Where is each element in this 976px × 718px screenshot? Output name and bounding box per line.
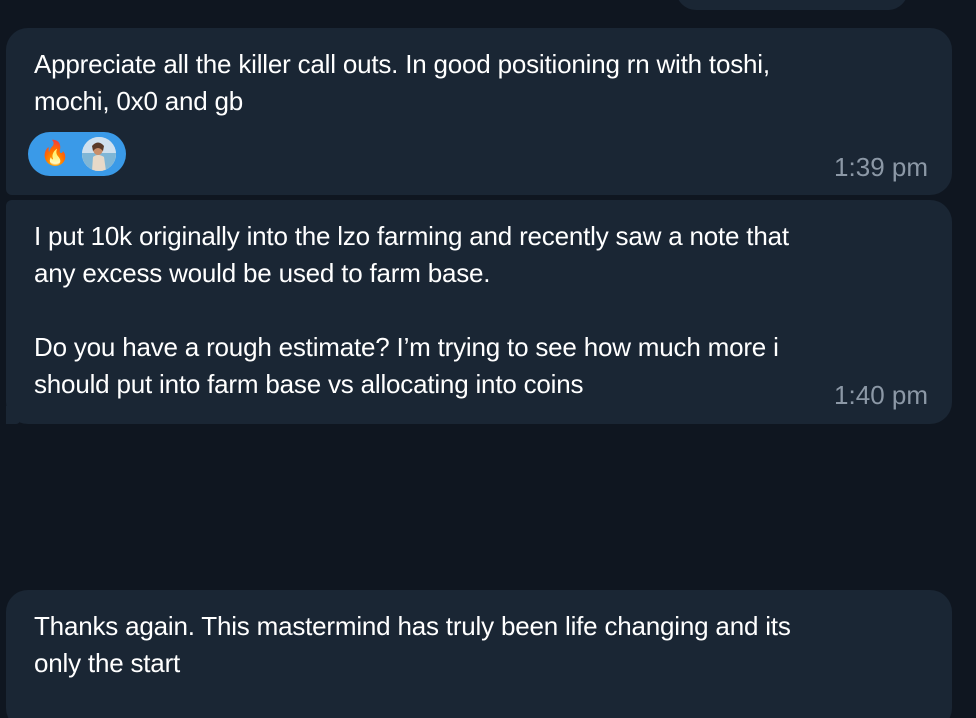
reaction-pill[interactable]: 🔥 xyxy=(28,132,126,176)
message-bubble[interactable]: Thanks again. This mastermind has truly … xyxy=(6,590,952,718)
message-bubble[interactable]: Appreciate all the killer call outs. In … xyxy=(6,28,952,195)
message-timestamp: 1:39 pm xyxy=(834,152,928,182)
message-bubble[interactable]: I put 10k originally into the lzo farmin… xyxy=(6,200,952,424)
avatar-photo-icon xyxy=(82,137,116,171)
bubble-tail xyxy=(6,406,20,424)
message-text: I put 10k originally into the lzo farmin… xyxy=(34,221,789,399)
fire-emoji-icon: 🔥 xyxy=(40,140,70,167)
message-timestamp: 1:40 pm xyxy=(834,380,928,410)
chat-history: Appreciate all the killer call outs. In … xyxy=(0,0,976,718)
reactor-avatar xyxy=(80,135,118,173)
message-text: Appreciate all the killer call outs. In … xyxy=(34,49,770,116)
message-text: Thanks again. This mastermind has truly … xyxy=(34,611,791,678)
previous-message-bubble[interactable] xyxy=(676,0,908,10)
